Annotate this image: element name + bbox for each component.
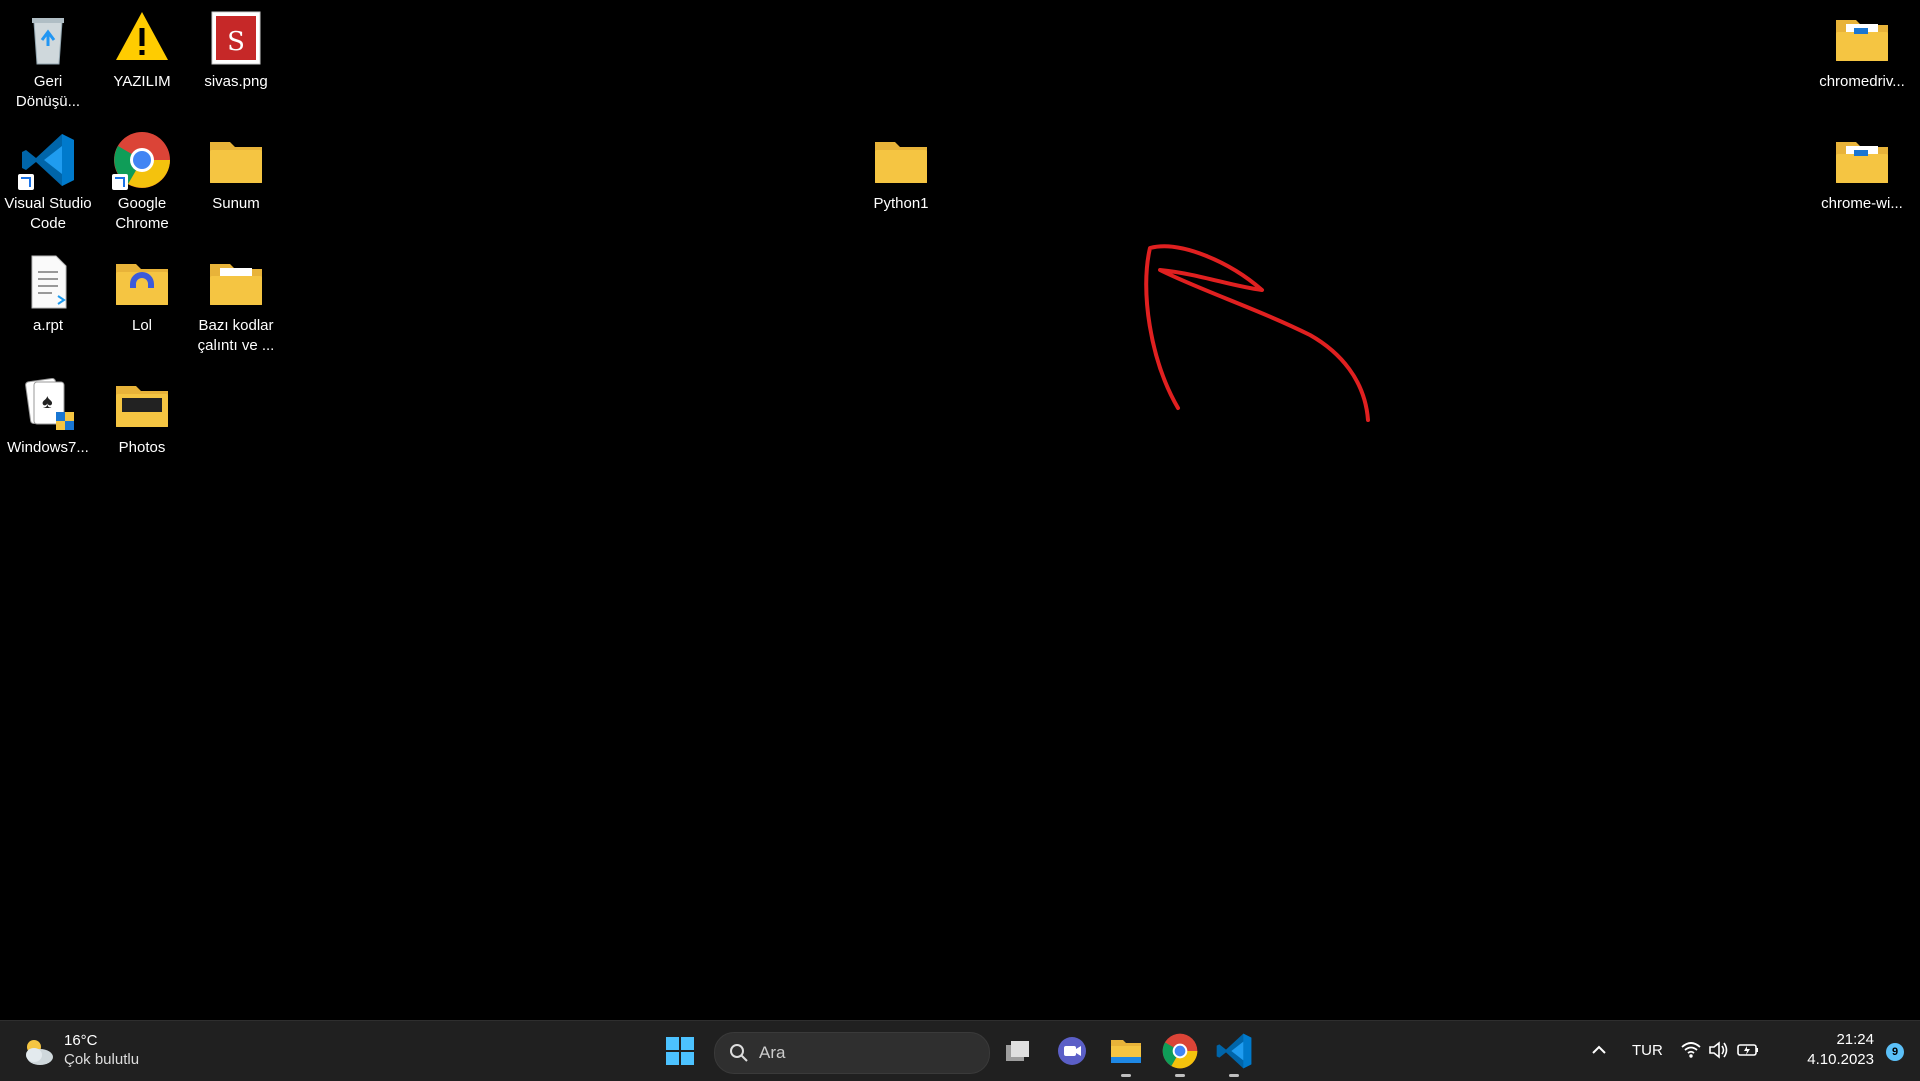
desktop: Geri Dönüşü... Visual Studio Code a.rpt [0, 0, 1920, 1020]
teams-icon [1058, 1037, 1086, 1065]
system-tray: TUR 21:24 4.10.2023 9 [1590, 1021, 1920, 1081]
wifi-icon[interactable] [1680, 1040, 1702, 1060]
file-explorer-button[interactable] [1106, 1031, 1146, 1077]
taskbar-center: Ara [660, 1029, 1260, 1077]
running-indicator [1229, 1074, 1239, 1077]
language-indicator[interactable]: TUR [1632, 1042, 1663, 1059]
vscode-icon [1216, 1033, 1252, 1069]
running-indicator [1121, 1074, 1131, 1077]
weather-widget[interactable]: 16°C Çok bulutlu [20, 1029, 190, 1073]
teams-button[interactable] [1052, 1031, 1092, 1071]
weather-condition: Çok bulutlu [64, 1051, 140, 1068]
task-view-button[interactable] [998, 1031, 1038, 1071]
chrome-icon [1162, 1033, 1198, 1069]
chevron-up-icon[interactable] [1590, 1041, 1608, 1059]
weather-temperature: 16°C [64, 1032, 98, 1049]
search-box[interactable]: Ara [714, 1032, 990, 1074]
file-explorer-icon [1111, 1040, 1141, 1063]
volume-icon[interactable] [1708, 1040, 1730, 1060]
running-indicator [1175, 1074, 1185, 1077]
clock-date[interactable]: 4.10.2023 [1790, 1051, 1874, 1068]
search-icon [730, 1044, 748, 1062]
start-icon [666, 1037, 694, 1065]
notification-badge[interactable]: 9 [1886, 1043, 1904, 1061]
vscode-taskbar-button[interactable] [1214, 1031, 1254, 1077]
start-button[interactable] [660, 1031, 700, 1071]
cloudy-icon [26, 1040, 53, 1065]
taskbar: 16°C Çok bulutlu Ara TUR 21:24 4.10.2023… [0, 1020, 1920, 1081]
hand-drawn-arrow [1144, 244, 1370, 422]
clock-time[interactable]: 21:24 [1814, 1031, 1874, 1048]
task-view-icon [1006, 1041, 1029, 1061]
chrome-taskbar-button[interactable] [1160, 1031, 1200, 1077]
search-placeholder: Ara [759, 1043, 786, 1062]
battery-icon[interactable] [1736, 1041, 1760, 1059]
